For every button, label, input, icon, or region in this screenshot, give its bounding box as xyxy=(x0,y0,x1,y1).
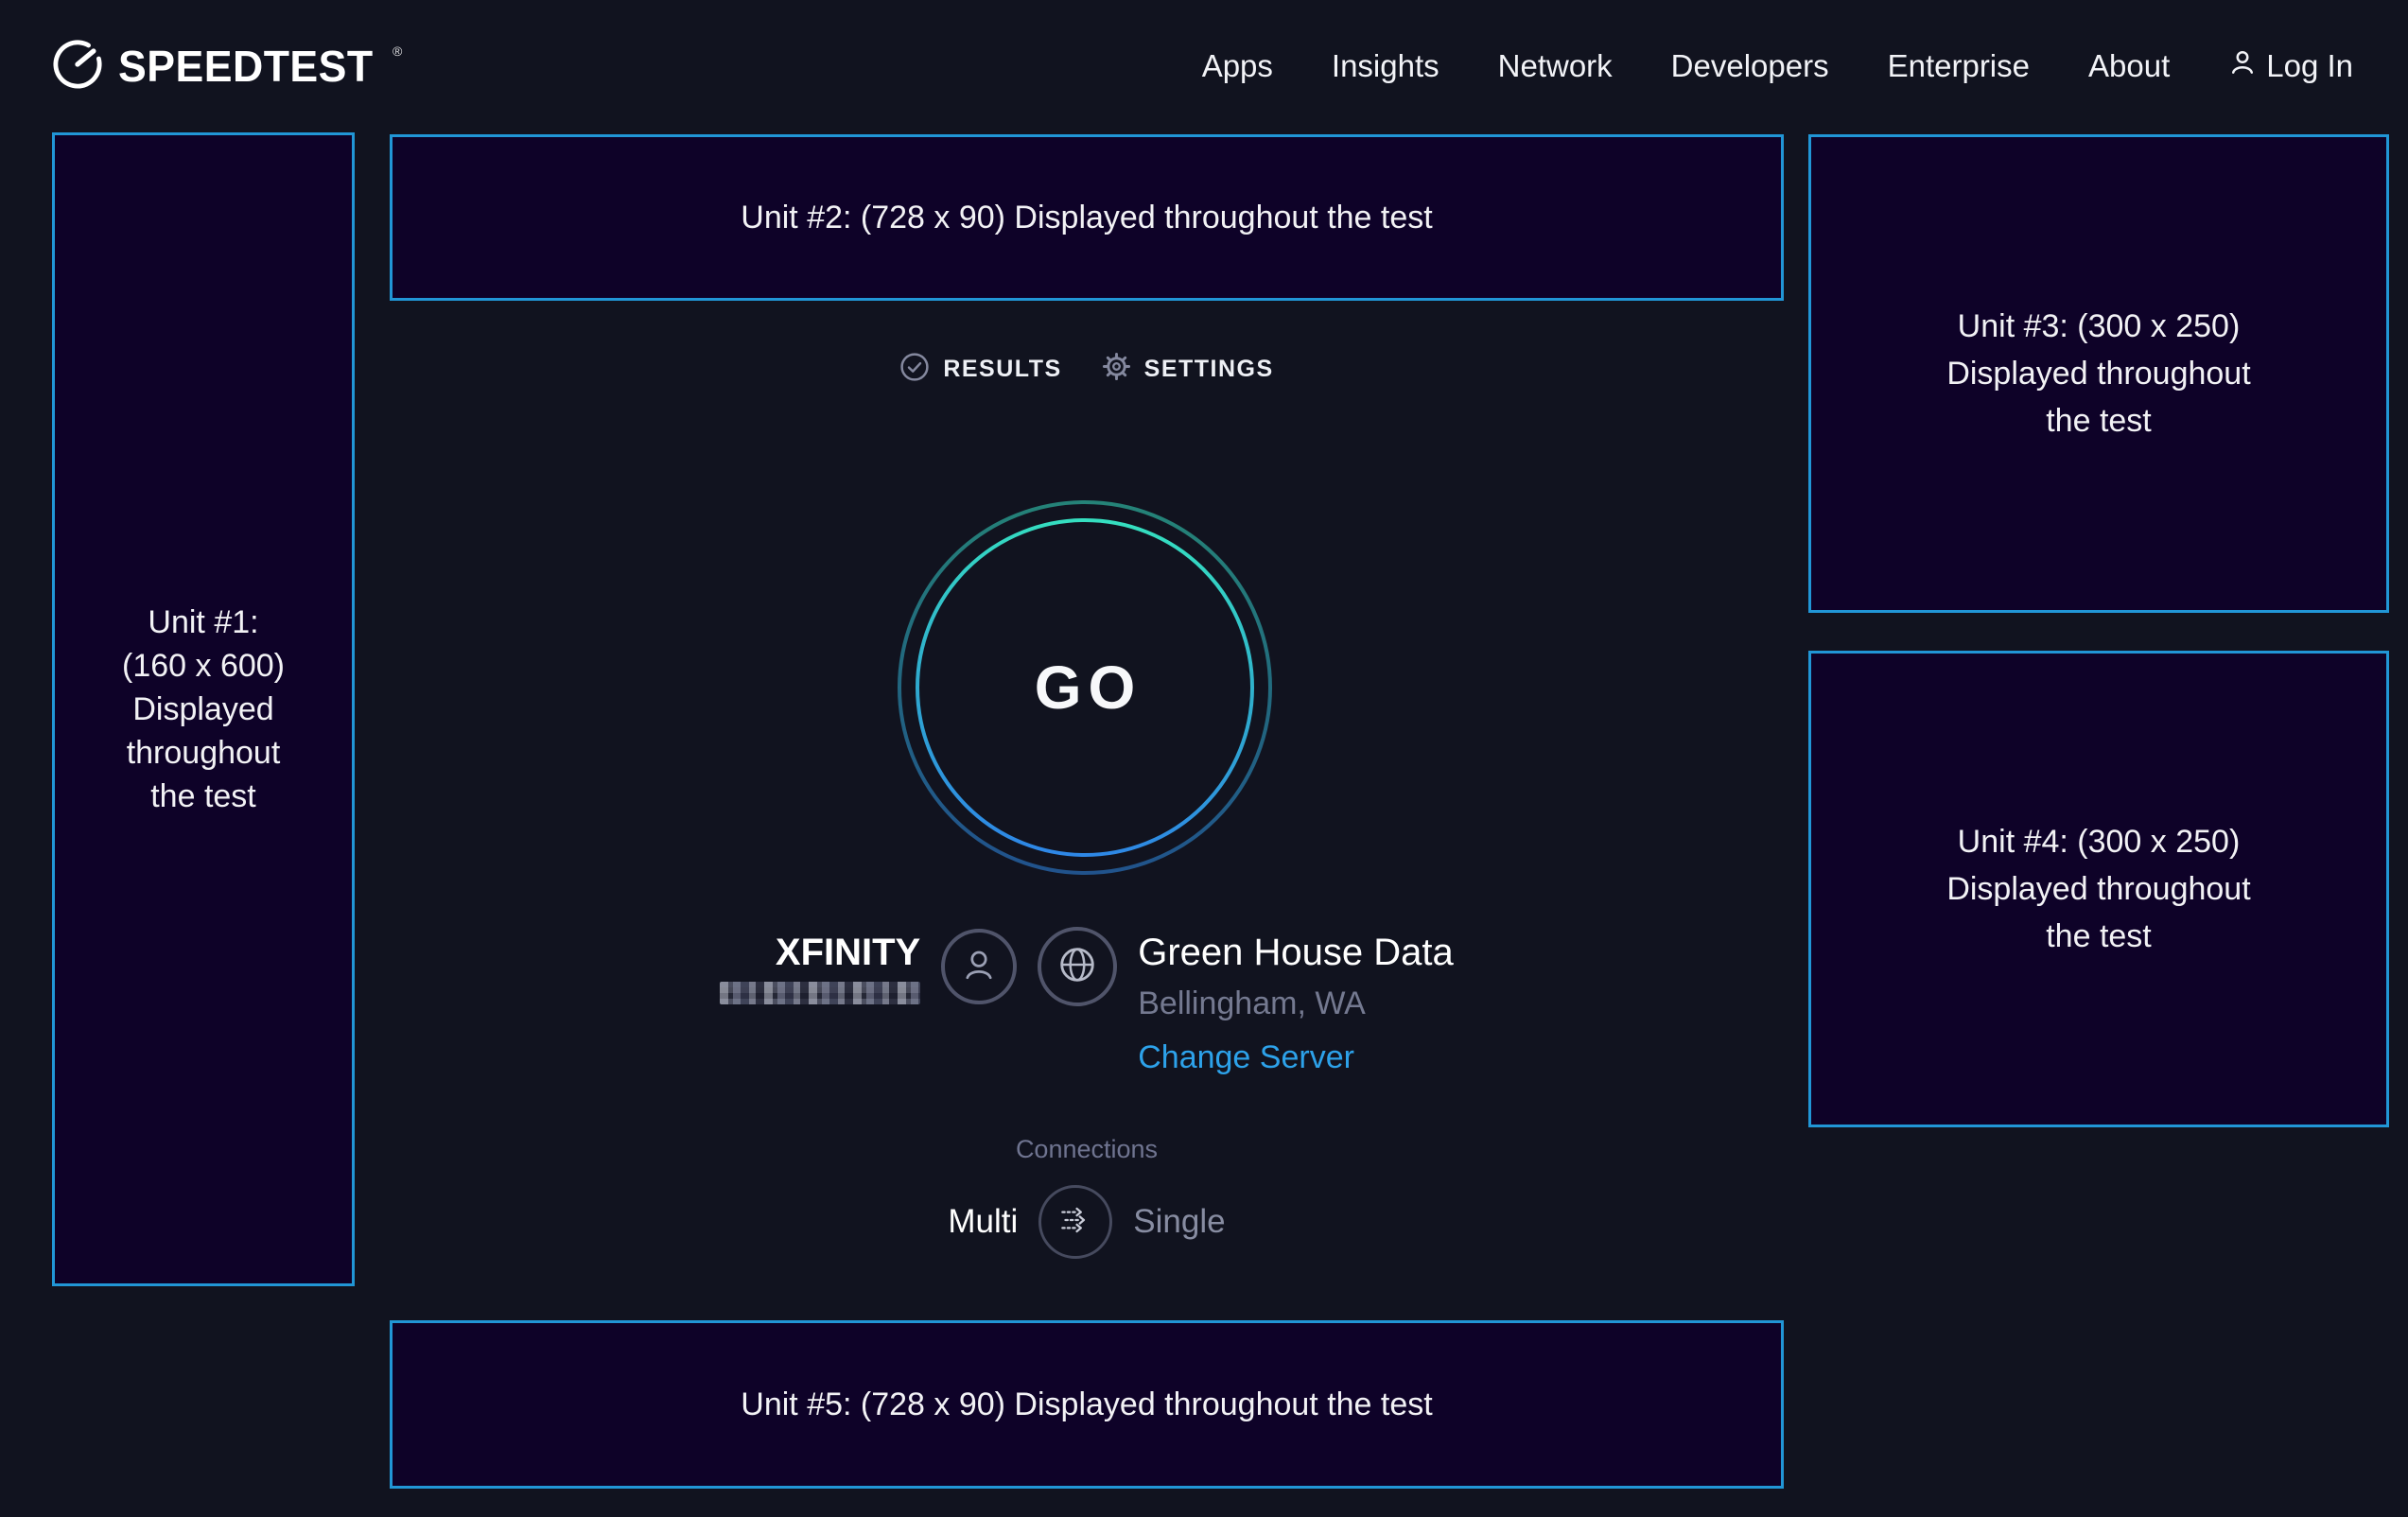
change-server-link[interactable]: Change Server xyxy=(1138,1039,1454,1076)
nav-item-insights[interactable]: Insights xyxy=(1332,48,1440,84)
ad-unit-4-label: Unit #4: (300 x 250) Displayed throughou… xyxy=(1946,818,2250,960)
ad-unit-2: Unit #2: (728 x 90) Displayed throughout… xyxy=(390,134,1784,301)
nav-item-about[interactable]: About xyxy=(2088,48,2170,84)
isp-block: XFINITY xyxy=(720,927,920,1004)
censored-ip-address xyxy=(720,982,920,1004)
server-name: Green House Data xyxy=(1138,931,1454,974)
ad-unit-1-label: Unit #1: (160 x 600) Displayed throughou… xyxy=(122,601,285,818)
ad-unit-3: Unit #3: (300 x 250) Displayed throughou… xyxy=(1808,134,2389,613)
ad-unit-3-label: Unit #3: (300 x 250) Displayed throughou… xyxy=(1946,303,2250,445)
logo-trademark: ® xyxy=(393,44,402,59)
check-circle-icon xyxy=(899,352,930,387)
isp-avatar xyxy=(941,929,1017,1004)
speedtest-logo[interactable]: SPEEDTEST ® xyxy=(52,39,406,95)
connections-multi-option[interactable]: Multi xyxy=(948,1203,1018,1241)
nav-item-network[interactable]: Network xyxy=(1498,48,1613,84)
go-button[interactable]: GO xyxy=(896,498,1274,877)
multi-connection-icon xyxy=(1056,1200,1095,1245)
isp-name: XFINITY xyxy=(720,931,920,974)
nav-item-apps[interactable]: Apps xyxy=(1202,48,1273,84)
nav-item-developers[interactable]: Developers xyxy=(1671,48,1829,84)
main-nav: Apps Insights Network Developers Enterpr… xyxy=(1202,48,2353,84)
top-nav: SPEEDTEST ® Apps Insights Network Develo… xyxy=(0,0,2408,132)
speedtest-page: SPEEDTEST ® Apps Insights Network Develo… xyxy=(0,0,2408,1517)
login-label: Log In xyxy=(2266,48,2353,84)
ad-unit-1: Unit #1: (160 x 600) Displayed throughou… xyxy=(52,132,355,1286)
user-outline-icon xyxy=(2228,48,2257,84)
server-globe-circle[interactable] xyxy=(1038,927,1117,1006)
tab-bar: RESULTS SETTINGS xyxy=(390,339,1784,399)
server-block: Green House Data Bellingham, WA Change S… xyxy=(1138,927,1454,1076)
logo-text: SPEEDTEST xyxy=(118,41,374,92)
login-button[interactable]: Log In xyxy=(2228,48,2353,84)
connection-info-row: XFINITY Green House Data Belling xyxy=(390,927,1784,1076)
server-location: Bellingham, WA xyxy=(1138,985,1454,1022)
go-button-label: GO xyxy=(896,498,1274,877)
gear-icon xyxy=(1102,352,1131,386)
tab-settings-label: SETTINGS xyxy=(1144,356,1274,383)
tab-results[interactable]: RESULTS xyxy=(899,352,1061,387)
ad-unit-5-label: Unit #5: (728 x 90) Displayed throughout… xyxy=(741,1386,1432,1423)
globe-icon xyxy=(1056,944,1098,990)
connections-toggle-button[interactable] xyxy=(1038,1185,1112,1259)
connections-toggle-row: Multi Single xyxy=(390,1185,1784,1259)
user-icon xyxy=(961,947,997,987)
connections-title: Connections xyxy=(390,1135,1784,1164)
ad-unit-5: Unit #5: (728 x 90) Displayed throughout… xyxy=(390,1320,1784,1489)
tab-settings[interactable]: SETTINGS xyxy=(1102,352,1274,386)
connections-single-option[interactable]: Single xyxy=(1133,1203,1225,1241)
connections-section: Connections Multi Single xyxy=(390,1135,1784,1259)
speedometer-icon xyxy=(52,39,103,95)
ad-unit-4: Unit #4: (300 x 250) Displayed throughou… xyxy=(1808,651,2389,1127)
tab-results-label: RESULTS xyxy=(943,356,1061,383)
ad-unit-2-label: Unit #2: (728 x 90) Displayed throughout… xyxy=(741,200,1432,236)
nav-item-enterprise[interactable]: Enterprise xyxy=(1888,48,2030,84)
